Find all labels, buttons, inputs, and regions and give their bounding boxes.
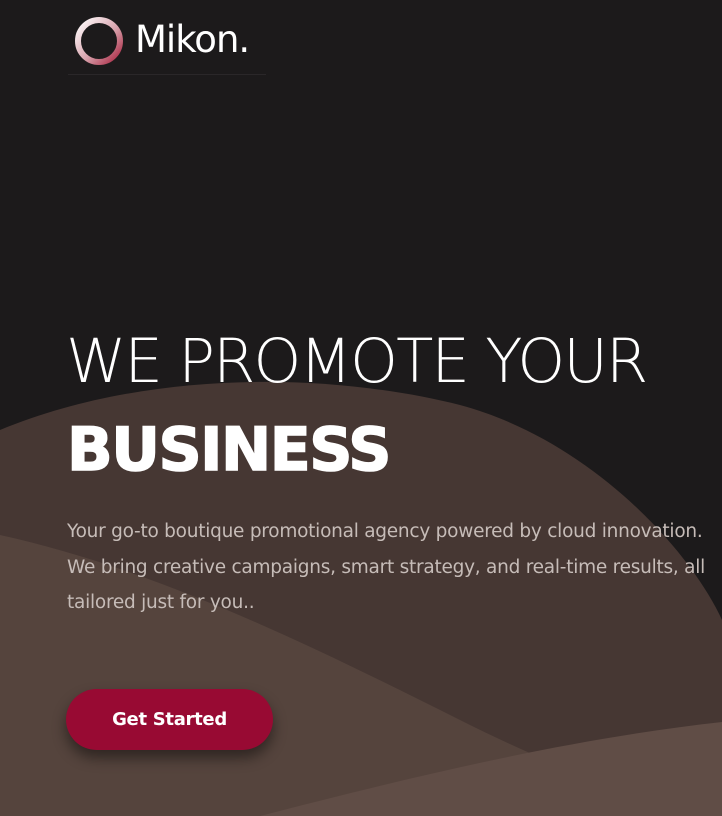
hero-section: Mikon. WE PROMOTE YOUR BUSINESS Your go-… [0,0,722,816]
hero-description: Your go-to boutique promotional agency p… [67,521,705,613]
brand-logo[interactable]: Mikon. [73,15,250,67]
get-started-button[interactable]: Get Started [66,689,273,750]
hero-headline-line1: WE PROMOTE YOUR [66,326,648,397]
ring-logo-icon [75,17,123,65]
brand-name: Mikon. [135,17,250,61]
site-header: Mikon. [68,8,266,75]
hero-headline-line2: BUSINESS [66,414,392,486]
